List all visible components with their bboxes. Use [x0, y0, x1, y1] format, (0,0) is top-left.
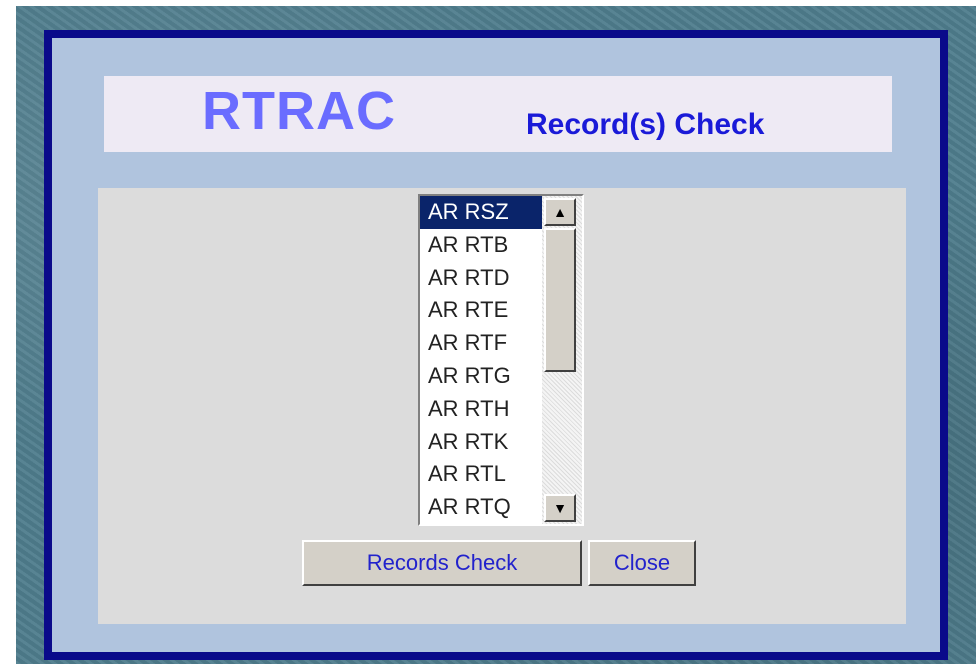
list-item[interactable]: AR RTD [420, 262, 542, 295]
app-title: RTRAC [202, 81, 396, 141]
record-list: AR RSZ AR RTB AR RTD AR RTE AR RTF AR RT… [420, 196, 542, 524]
list-item[interactable]: AR RTF [420, 327, 542, 360]
title-banner: RTRAC Record(s) Check [104, 76, 892, 152]
list-item[interactable]: AR RTQ [420, 491, 542, 524]
close-button[interactable]: Close [588, 540, 696, 586]
list-item[interactable]: AR RTL [420, 458, 542, 491]
list-item[interactable]: AR RSZ [420, 196, 542, 229]
record-check-dialog: RTRAC Record(s) Check AR RSZ AR RTB AR R… [44, 30, 948, 660]
arrow-down-icon: ▼ [553, 500, 567, 516]
scrollbar-thumb[interactable] [544, 228, 576, 372]
records-check-button[interactable]: Records Check [302, 540, 582, 586]
scroll-down-button[interactable]: ▼ [544, 494, 576, 522]
content-panel: AR RSZ AR RTB AR RTD AR RTE AR RTF AR RT… [98, 188, 906, 624]
vertical-scrollbar[interactable]: ▲ ▼ [542, 196, 582, 524]
list-item[interactable]: AR RTE [420, 294, 542, 327]
scroll-up-button[interactable]: ▲ [544, 198, 576, 226]
list-item[interactable]: AR RTK [420, 426, 542, 459]
list-item[interactable]: AR RTB [420, 229, 542, 262]
list-item[interactable]: AR RTG [420, 360, 542, 393]
record-listbox[interactable]: AR RSZ AR RTB AR RTD AR RTE AR RTF AR RT… [418, 194, 584, 526]
arrow-up-icon: ▲ [553, 204, 567, 220]
dialog-subtitle: Record(s) Check [526, 108, 765, 141]
list-item[interactable]: AR RTH [420, 393, 542, 426]
